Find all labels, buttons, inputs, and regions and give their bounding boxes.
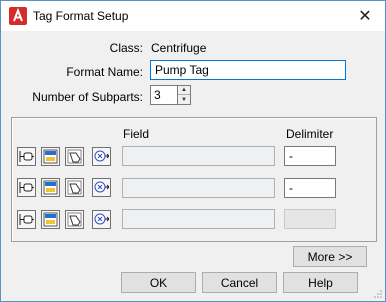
expression-button[interactable] bbox=[92, 210, 111, 229]
select-property-button[interactable] bbox=[41, 147, 60, 166]
ok-button[interactable]: OK bbox=[121, 272, 196, 293]
spin-down-icon[interactable]: ▼ bbox=[178, 95, 190, 104]
select-class-button[interactable] bbox=[17, 210, 36, 229]
select-class-button[interactable] bbox=[17, 147, 36, 166]
subparts-label: Number of Subparts: bbox=[32, 90, 143, 104]
delimiter-header: Delimiter bbox=[286, 127, 334, 141]
select-class-icon bbox=[19, 214, 34, 225]
expression-icon bbox=[94, 181, 109, 193]
close-icon: ✕ bbox=[358, 8, 372, 25]
select-property-button[interactable] bbox=[41, 178, 60, 197]
subparts-spinner[interactable]: ▲ ▼ bbox=[177, 85, 191, 105]
edit-tool-icon bbox=[67, 149, 82, 164]
expression-icon bbox=[94, 150, 109, 162]
edit-tool-button[interactable] bbox=[65, 210, 84, 229]
select-class-icon bbox=[19, 151, 34, 162]
select-property-button[interactable] bbox=[41, 210, 60, 229]
format-name-input[interactable]: Pump Tag bbox=[150, 60, 346, 80]
expression-button[interactable] bbox=[92, 147, 111, 166]
class-label: Class: bbox=[109, 41, 143, 55]
field-input-1[interactable] bbox=[122, 146, 275, 166]
select-property-icon bbox=[43, 180, 58, 195]
title-bar: Tag Format Setup ✕ bbox=[1, 1, 385, 31]
edit-tool-icon bbox=[67, 180, 82, 195]
edit-tool-button[interactable] bbox=[65, 147, 84, 166]
expression-button[interactable] bbox=[92, 178, 111, 197]
field-input-2[interactable] bbox=[122, 178, 275, 198]
select-class-button[interactable] bbox=[17, 178, 36, 197]
autocad-app-icon bbox=[9, 7, 27, 25]
field-input-3[interactable] bbox=[122, 209, 275, 229]
select-property-icon bbox=[43, 149, 58, 164]
select-property-icon bbox=[43, 212, 58, 227]
more-button[interactable]: More >> bbox=[293, 246, 367, 267]
close-button[interactable]: ✕ bbox=[345, 1, 385, 31]
resize-grip-icon[interactable] bbox=[373, 289, 383, 299]
delimiter-input-2[interactable]: - bbox=[284, 178, 336, 198]
window-title: Tag Format Setup bbox=[33, 9, 129, 23]
format-name-label: Format Name: bbox=[66, 65, 143, 79]
help-button[interactable]: Help bbox=[283, 272, 358, 293]
class-value: Centrifuge bbox=[151, 41, 207, 55]
subparts-input[interactable]: 3 bbox=[150, 85, 178, 105]
edit-tool-button[interactable] bbox=[65, 178, 84, 197]
select-class-icon bbox=[19, 182, 34, 193]
tag-format-setup-dialog: Tag Format Setup ✕ Class: Centrifuge For… bbox=[0, 0, 386, 302]
subparts-group: Field Delimiter - - bbox=[11, 117, 377, 242]
delimiter-input-3 bbox=[284, 209, 336, 229]
edit-tool-icon bbox=[67, 212, 82, 227]
expression-icon bbox=[94, 213, 109, 225]
cancel-button[interactable]: Cancel bbox=[202, 272, 277, 293]
spin-up-icon[interactable]: ▲ bbox=[178, 86, 190, 95]
field-header: Field bbox=[123, 127, 150, 141]
delimiter-input-1[interactable]: - bbox=[284, 146, 336, 166]
